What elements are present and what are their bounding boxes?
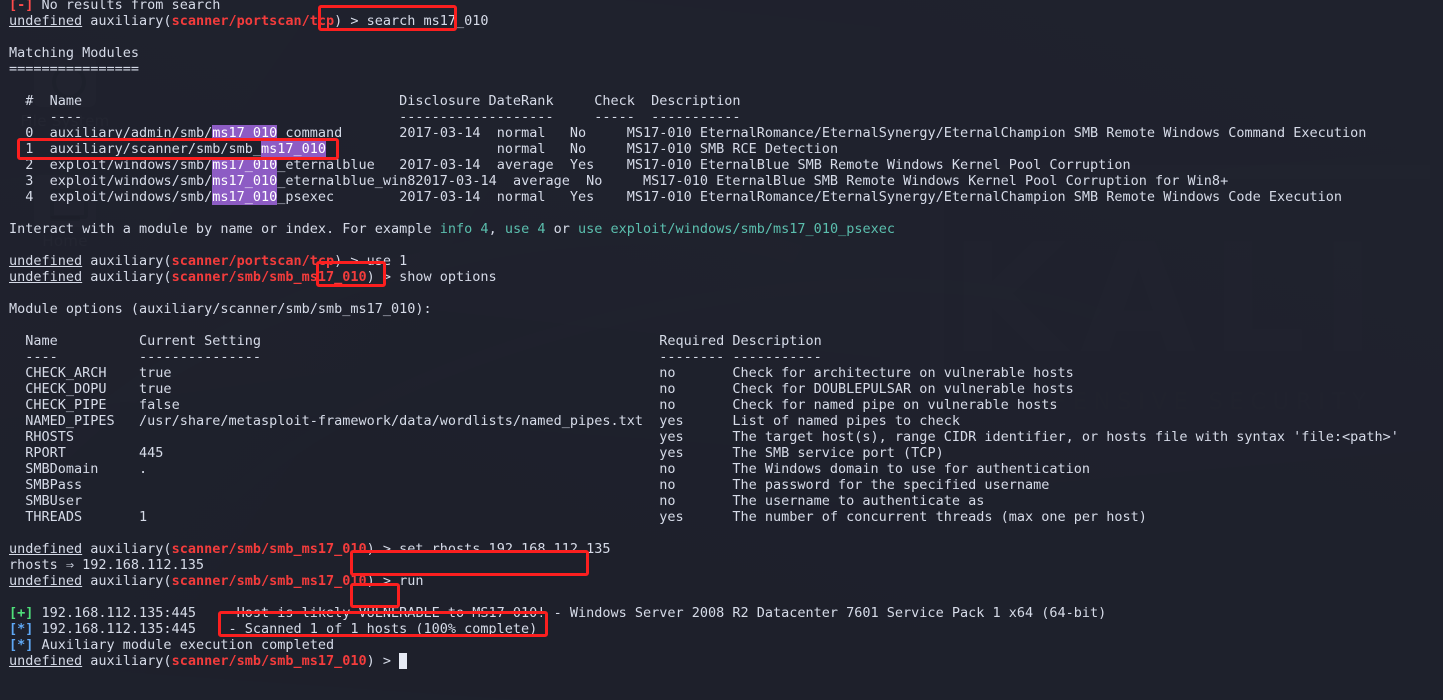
terminal-surface[interactable]: [-] No results from search undefined aux… bbox=[0, 0, 1443, 700]
terminal-window[interactable]: File System Home KALI BY OFFENSIVE SECUR… bbox=[0, 0, 1443, 700]
terminal-output: [-] No results from search undefined aux… bbox=[9, 0, 1399, 669]
